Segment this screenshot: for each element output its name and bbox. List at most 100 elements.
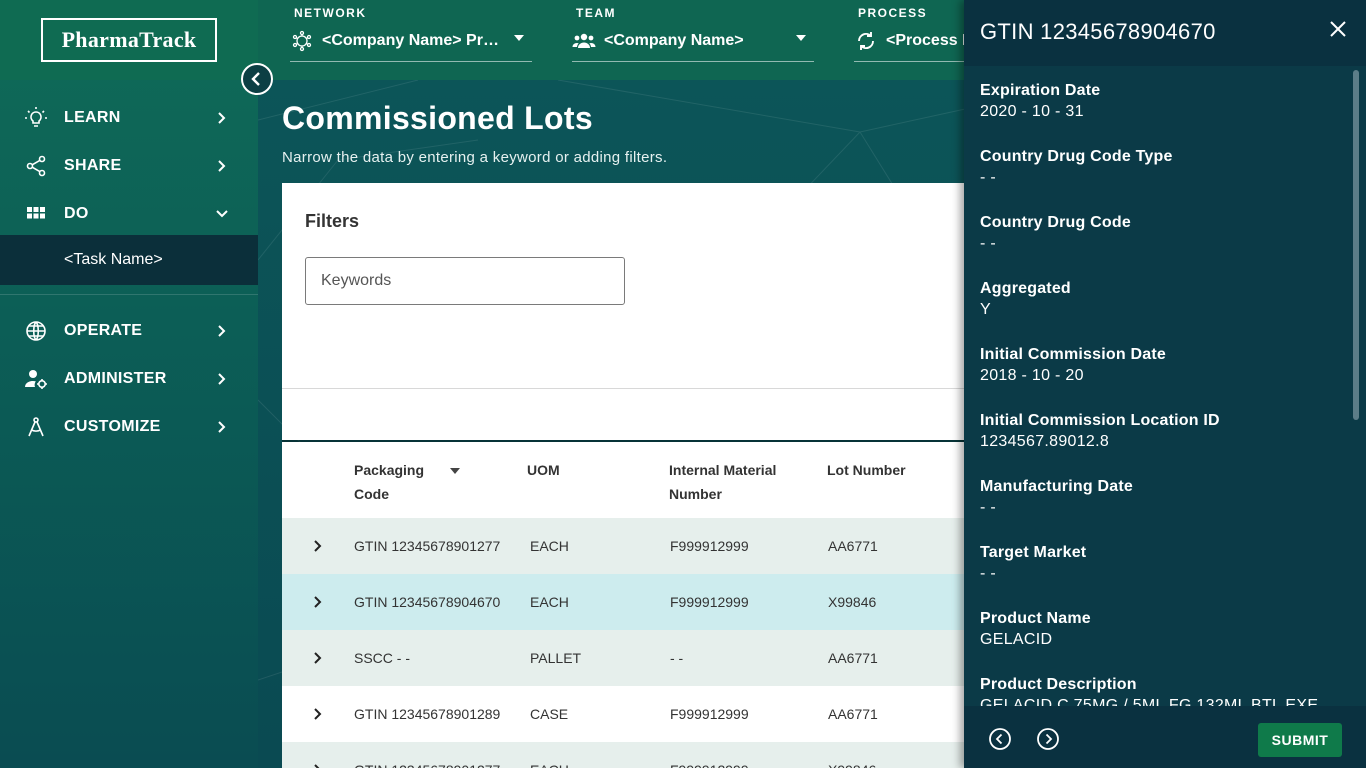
table-row-selected[interactable]: GTIN 12345678904670 EACH F999912999 X998… <box>282 574 982 630</box>
field-expiration-date: Expiration Date 2020 - 10 - 31 <box>980 82 1100 121</box>
panel-body[interactable]: Expiration Date 2020 - 10 - 31 Country D… <box>964 66 1354 706</box>
column-header-uom[interactable]: UOM <box>527 458 560 482</box>
filters-title: Filters <box>305 211 360 231</box>
chevron-right-icon <box>218 112 226 124</box>
field-target-market: Target Market - - <box>980 544 1086 583</box>
sidebar-item-customize[interactable]: CUSTOMIZE <box>0 403 258 451</box>
header-text: Code <box>354 486 389 502</box>
network-icon <box>292 30 312 52</box>
globe-icon <box>26 321 46 341</box>
table-row[interactable]: GTIN 12345678901289 CASE F999912999 AA67… <box>282 686 982 742</box>
field-country-drug-code-type: Country Drug Code Type - - <box>980 148 1173 187</box>
chevron-right-icon[interactable] <box>310 760 326 768</box>
column-header-lot-number[interactable]: Lot Number <box>827 458 906 482</box>
sidebar-item-learn[interactable]: LEARN <box>0 94 258 142</box>
cell-uom: EACH <box>530 594 569 610</box>
sidebar-item-label: DO <box>64 205 89 222</box>
sidebar-divider <box>0 294 258 295</box>
sidebar-item-share[interactable]: SHARE <box>0 142 258 190</box>
field-initial-commission-location: Initial Commission Location ID 1234567.8… <box>980 412 1220 451</box>
field-label: Manufacturing Date <box>980 478 1133 495</box>
logo-bar: PharmaTrack <box>0 0 258 80</box>
cell-lot: X99846 <box>828 594 877 610</box>
team-selector[interactable]: TEAM <Company Name> <box>572 0 814 64</box>
chevron-right-icon[interactable] <box>310 592 326 612</box>
close-icon[interactable] <box>1326 17 1350 41</box>
dropdown-arrow-icon <box>514 35 524 41</box>
column-header-material[interactable]: Internal Material Number <box>669 458 776 506</box>
page-subtitle: Narrow the data by entering a keyword or… <box>282 149 668 166</box>
collapse-sidebar-button[interactable] <box>241 63 273 95</box>
sidebar-item-operate[interactable]: OPERATE <box>0 307 258 355</box>
cell-material: - - <box>670 650 684 666</box>
network-caption: NETWORK <box>294 6 367 20</box>
column-header-packaging-code[interactable]: Packaging Code <box>354 458 424 506</box>
field-label: Initial Commission Date <box>980 346 1166 363</box>
process-caption: PROCESS <box>858 6 928 20</box>
cell-code: GTIN 12345678901289 <box>354 706 501 722</box>
filters-divider <box>282 388 982 389</box>
cell-material: F999912999 <box>670 706 749 722</box>
team-value: <Company Name> <box>604 32 744 49</box>
cell-material: F999912999 <box>670 538 749 554</box>
cell-lot: AA6771 <box>828 706 878 722</box>
sync-icon <box>858 32 874 50</box>
chevron-right-icon[interactable] <box>310 704 326 724</box>
panel-footer: SUBMIT <box>964 706 1366 768</box>
panel-scrollbar[interactable] <box>1353 70 1359 420</box>
sidebar-item-administer[interactable]: ADMINISTER <box>0 355 258 403</box>
cell-lot: AA6771 <box>828 538 878 554</box>
cell-material: F999912999 <box>670 742 749 768</box>
field-value: Y <box>980 301 991 318</box>
panel-header: GTIN 12345678904670 <box>964 0 1366 66</box>
cell-uom: CASE <box>530 706 569 722</box>
previous-record-icon[interactable] <box>988 727 1012 751</box>
chevron-right-icon <box>218 325 226 337</box>
sidebar-item-label: LEARN <box>64 109 121 126</box>
chevron-right-icon <box>218 421 226 433</box>
page-title: Commissioned Lots <box>282 100 593 136</box>
sort-desc-icon[interactable] <box>450 468 460 474</box>
cell-code: GTIN 12345678904670 <box>354 594 501 610</box>
next-record-icon[interactable] <box>1036 727 1060 751</box>
table-header: Packaging Code UOM Internal Material Num… <box>282 442 982 518</box>
chevron-right-icon[interactable] <box>310 648 326 668</box>
cell-uom: PALLET <box>530 650 582 666</box>
keywords-input[interactable] <box>305 257 625 305</box>
field-value: - - <box>980 235 997 252</box>
app-logo[interactable]: PharmaTrack <box>41 18 217 62</box>
sidebar-item-label: SHARE <box>64 157 122 174</box>
sidebar-item-label: CUSTOMIZE <box>64 418 161 435</box>
header-text: Number <box>669 486 722 502</box>
chevron-right-icon[interactable] <box>310 536 326 556</box>
cell-uom: EACH <box>530 742 569 768</box>
field-value: - - <box>980 565 997 582</box>
chevron-left-icon <box>251 72 260 86</box>
field-product-description: Product Description GELACID C 75MG / 5ML… <box>980 676 1318 706</box>
table-row[interactable]: GTIN 12345678901277 EACH F999912999 AA67… <box>282 518 982 574</box>
sidebar-item-do[interactable]: DO <box>0 190 258 238</box>
table-row[interactable]: SSCC - - PALLET - - AA6771 <box>282 630 982 686</box>
chevron-down-icon <box>216 210 228 218</box>
field-label: Aggregated <box>980 280 1071 297</box>
network-selector[interactable]: NETWORK <Company Name> Products <box>290 0 532 64</box>
field-value: 2020 - 10 - 31 <box>980 103 1084 120</box>
chevron-right-icon <box>218 160 226 172</box>
network-value: <Company Name> Products <box>322 32 506 49</box>
cell-lot: X99846 <box>828 742 876 768</box>
field-country-drug-code: Country Drug Code - - <box>980 214 1131 253</box>
header-text: Internal Material <box>669 462 777 478</box>
share-icon <box>26 155 46 177</box>
sidebar: PharmaTrack LEARN SHARE DO <Task Name> O… <box>0 0 258 768</box>
field-product-name: Product Name GELACID <box>980 610 1091 649</box>
table-row[interactable]: GTIN 12345678901277 EACH F999912999 X998… <box>282 742 982 768</box>
cell-code: SSCC - - <box>354 650 410 666</box>
grid-icon <box>27 207 45 219</box>
compass-icon <box>28 417 44 437</box>
field-label: Expiration Date <box>980 82 1101 99</box>
header-text: Packaging <box>354 462 425 478</box>
submit-button[interactable]: SUBMIT <box>1258 723 1342 757</box>
sidebar-subitem-task[interactable]: <Task Name> <box>0 235 258 285</box>
field-value: - - <box>980 499 997 516</box>
field-value: 1234567.89012.8 <box>980 433 1110 450</box>
